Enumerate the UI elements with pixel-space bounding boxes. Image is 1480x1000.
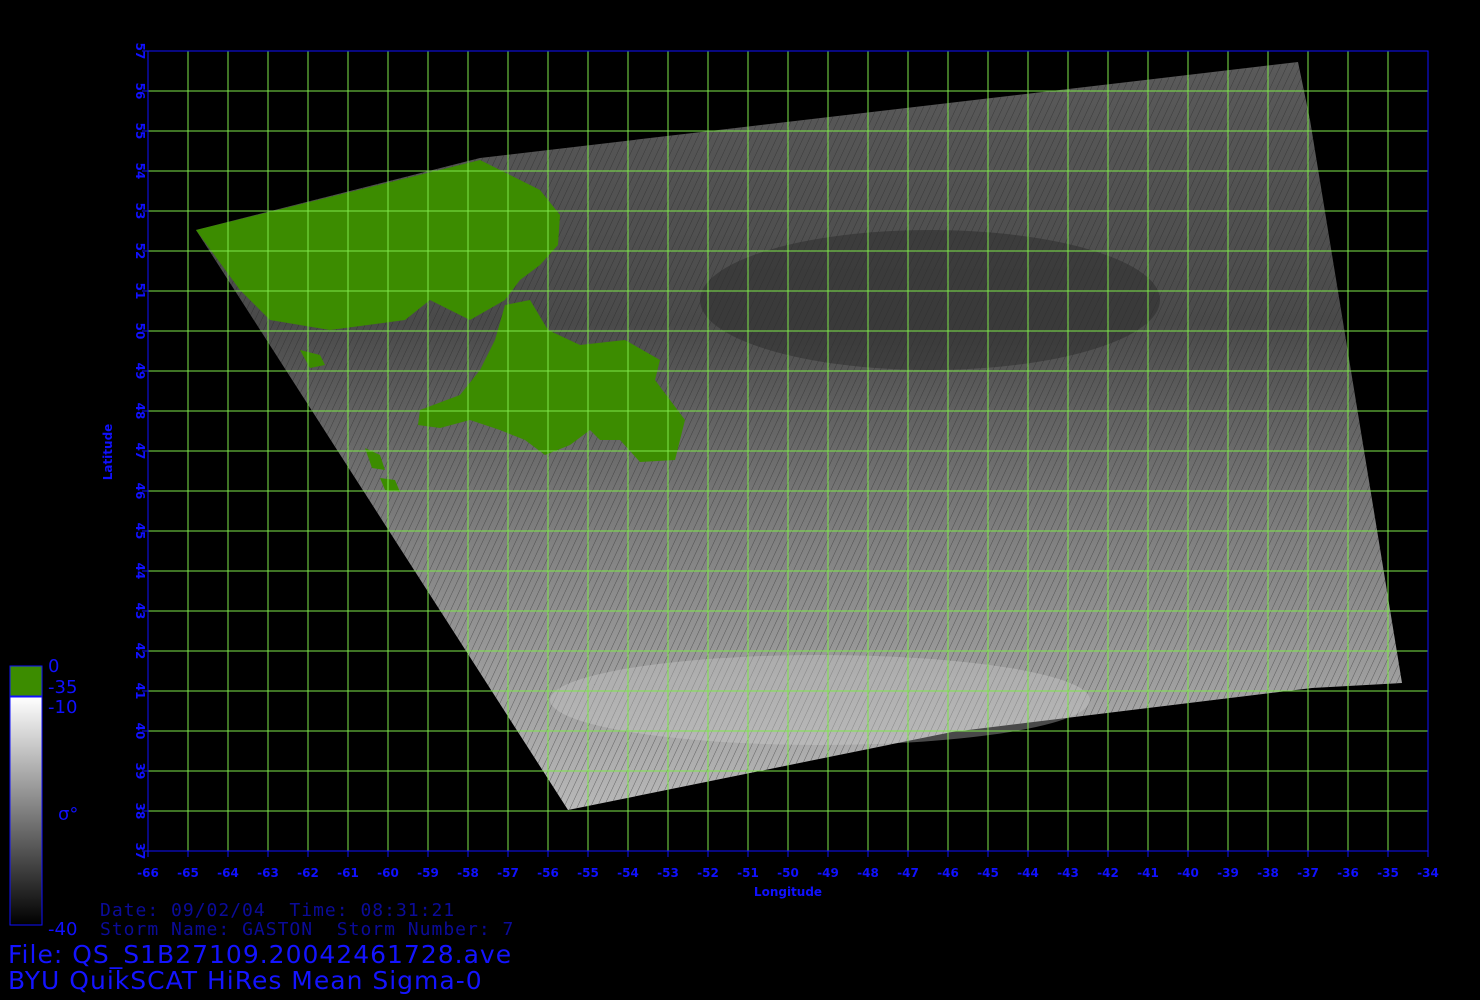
time-value: 08:31:21 [360,900,456,921]
lat-tick-label: 44 [133,563,147,580]
lon-tick-label: -39 [1217,866,1239,880]
y-axis-title: Latitude [101,424,115,481]
file-name: QS_S1B27109.20042461728.ave [72,940,513,969]
lon-tick-label: -43 [1057,866,1079,880]
lat-tick-label: 55 [133,123,147,140]
lat-tick-label: 38 [133,803,147,820]
lat-tick-label: 41 [133,683,147,700]
lat-tick-label: 53 [133,203,147,220]
lon-tick-label: -37 [1297,866,1319,880]
lon-tick-label: -56 [537,866,559,880]
lat-tick-label: 49 [133,363,147,380]
storm-name-value: GASTON [242,919,314,940]
storm-line: Storm Name: GASTON Storm Number: 7 [100,921,514,939]
lat-tick-label: 40 [133,723,147,740]
file-line: File: QS_S1B27109.20042461728.ave [8,942,512,968]
colorbar-land-swatch [9,665,43,697]
date-label: Date: [100,900,160,921]
lon-tick-label: -58 [457,866,479,880]
colorbar-ramp [9,696,43,926]
lon-tick-label: -61 [337,866,359,880]
lon-tick-label: -62 [297,866,319,880]
lat-tick-label: 48 [133,403,147,420]
lat-tick-label: 43 [133,603,147,620]
lon-tick-label: -44 [1017,866,1039,880]
file-label: File: [8,940,64,969]
lon-tick-label: -40 [1177,866,1199,880]
lon-tick-label: -55 [577,866,599,880]
lon-tick-label: -49 [817,866,839,880]
lon-tick-label: -63 [257,866,279,880]
colorbar-label-neg35: -35 [48,677,77,698]
lon-tick-label: -59 [417,866,439,880]
lat-tick-label: 56 [133,83,147,100]
lat-tick-label: 54 [133,163,147,180]
lon-tick-label: -53 [657,866,679,880]
lon-tick-label: -36 [1337,866,1359,880]
lon-tick-label: -34 [1417,866,1439,880]
date-value: 09/02/04 [171,900,266,921]
colorbar: 0 -35 -10 σ° -40 [9,656,78,940]
colorbar-label-0: 0 [48,656,59,677]
lat-tick-label: 52 [133,243,147,260]
time-label: Time: [289,900,349,921]
lon-tick-label: -47 [897,866,919,880]
lon-tick-label: -45 [977,866,999,880]
lon-tick-label: -35 [1377,866,1399,880]
lon-tick-label: -41 [1137,866,1159,880]
colorbar-label-neg40: -40 [48,919,77,940]
lat-tick-label: 57 [133,43,147,60]
lat-lon-grid [148,51,1428,851]
lon-tick-label: -42 [1097,866,1119,880]
x-axis-title: Longitude [754,885,822,899]
lat-tick-label: 50 [133,323,147,340]
storm-number-label: Storm Number: [336,919,491,940]
lon-tick-label: -65 [177,866,199,880]
lon-tick-label: -38 [1257,866,1279,880]
lat-tick-label: 47 [133,443,147,460]
colorbar-label-neg10: -10 [48,697,77,718]
lon-tick-label: -64 [217,866,239,880]
lon-tick-label: -48 [857,866,879,880]
lat-tick-label: 37 [133,843,147,860]
lon-tick-label: -52 [697,866,719,880]
lat-tick-label: 46 [133,483,147,500]
lat-tick-label: 51 [133,283,147,300]
lon-tick-label: -50 [777,866,799,880]
storm-name-label: Storm Name: [100,919,231,940]
colorbar-label-sigma: σ° [58,804,78,825]
product-title: BYU QuikSCAT HiRes Mean Sigma-0 [8,966,483,995]
lat-tick-label: 42 [133,643,147,660]
lon-tick-label: -66 [137,866,159,880]
lat-tick-label: 39 [133,763,147,780]
date-time-line: Date: 09/02/04 Time: 08:31:21 [100,902,455,920]
sigma0-map: -66 -65 -64 -63 -62 -61 -60 -59 -58 -57 -56 -55 -54 -… [9,43,1439,940]
storm-number-value: 7 [502,919,515,940]
lon-tick-label: -46 [937,866,959,880]
lon-tick-label: -51 [737,866,759,880]
lat-tick-label: 45 [133,523,147,540]
lon-tick-label: -60 [377,866,399,880]
lon-tick-label: -54 [617,866,639,880]
lon-tick-label: -57 [497,866,519,880]
